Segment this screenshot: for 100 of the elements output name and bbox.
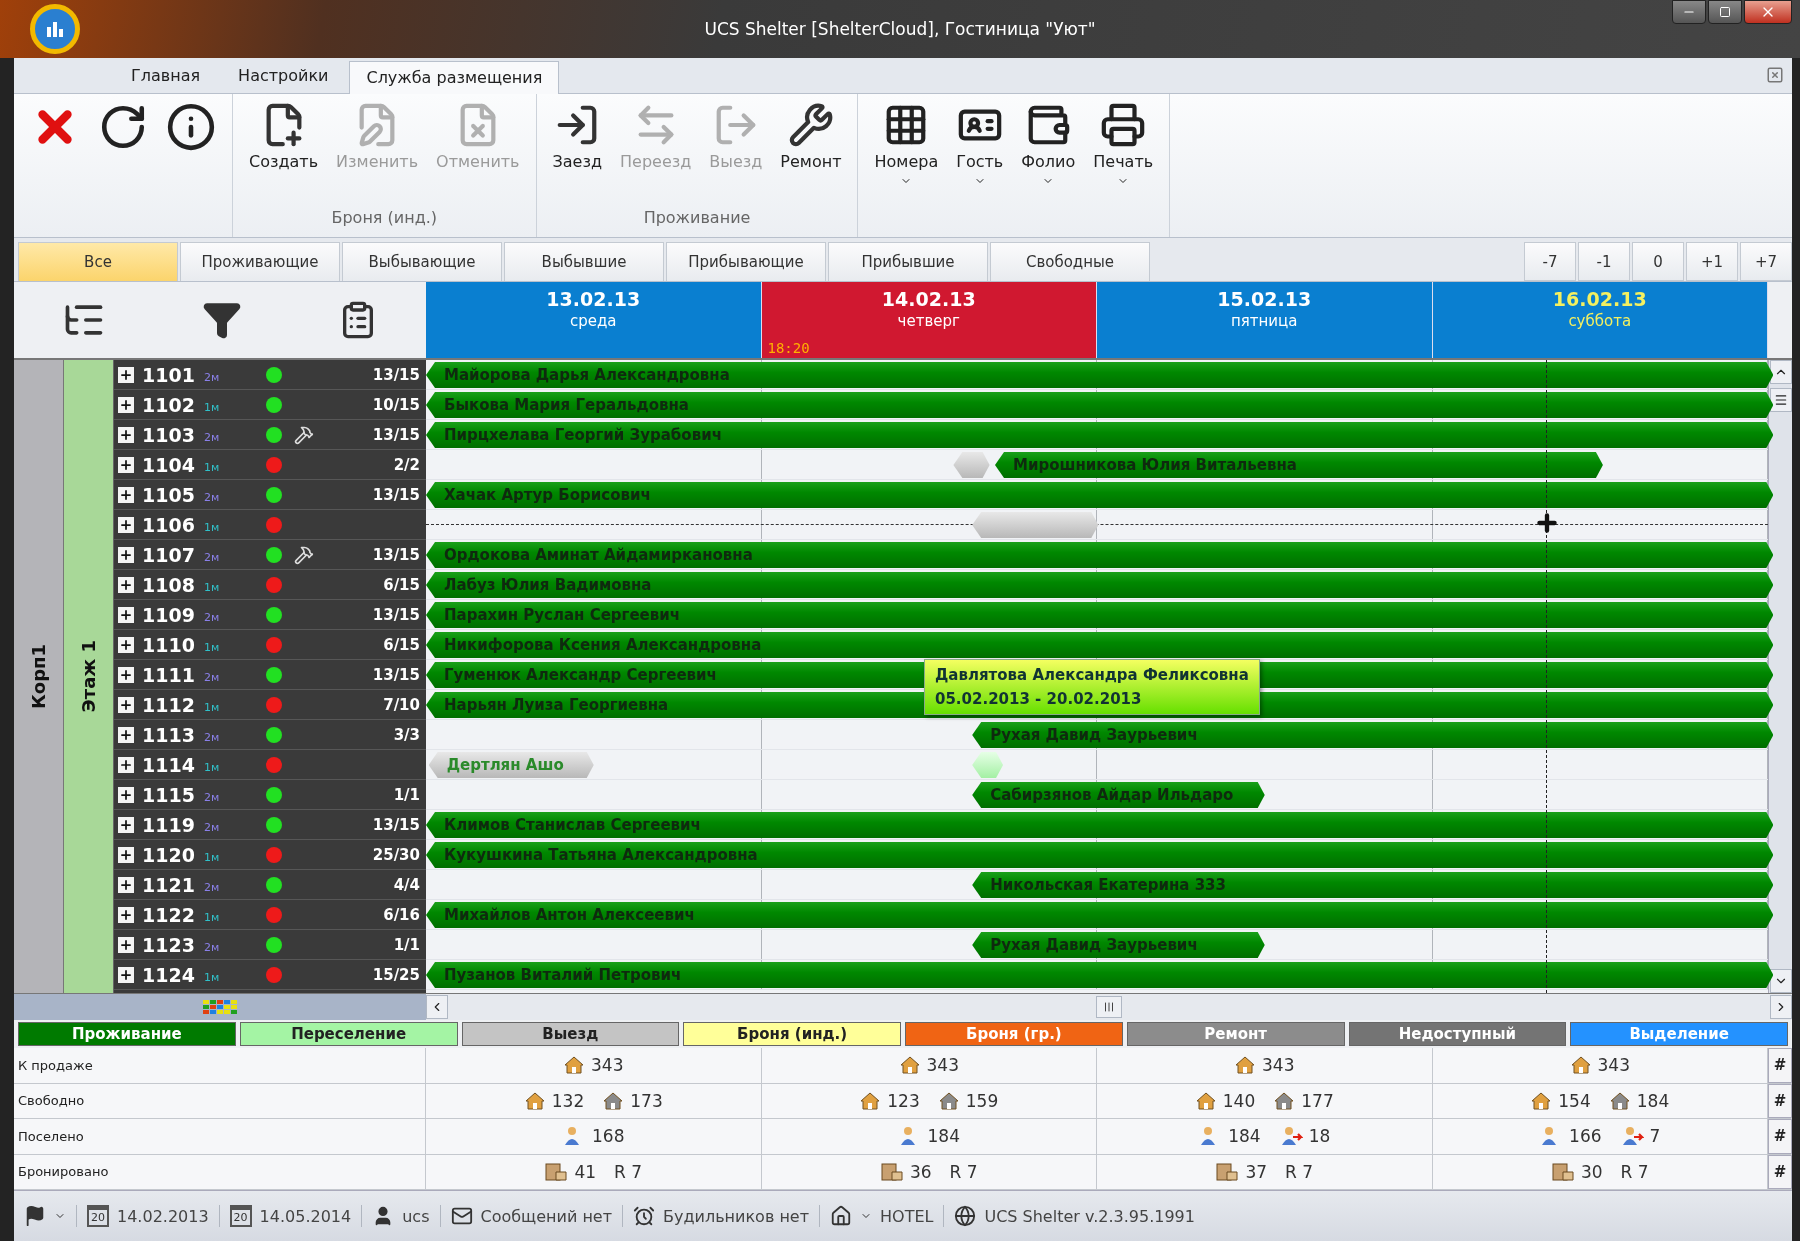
stats-value: 30: [1580, 1161, 1603, 1182]
occupancy: 4/4: [393, 875, 420, 894]
room-type: 2м: [204, 550, 221, 564]
room-type: 2м: [204, 880, 221, 894]
room-type: 2м: [204, 370, 221, 384]
room-number: 1113: [142, 723, 196, 746]
room-number: 1121: [142, 873, 196, 896]
date-to: 14.05.2014: [259, 1206, 352, 1226]
room-type: 1м: [204, 580, 221, 594]
room-type: 2м: [204, 430, 221, 444]
room-number: 1122: [142, 903, 196, 926]
stats-value: 177: [1301, 1090, 1334, 1111]
room-type: 1м: [204, 700, 221, 714]
stats-value: 37: [1245, 1161, 1268, 1182]
stats-value: 184: [1636, 1090, 1670, 1111]
room-number: 1115: [142, 783, 196, 806]
stats-value: 7: [1649, 1126, 1661, 1147]
room-number: 1123: [142, 933, 196, 956]
room-type: 1м: [204, 970, 221, 984]
stats-label: Поселено: [14, 1119, 426, 1154]
stats-value: 184: [927, 1126, 960, 1147]
room-type: 2м: [204, 790, 221, 804]
occupancy: 2/2: [393, 455, 420, 474]
occupancy: 6/15: [383, 635, 420, 654]
stats-label: Бронировано: [14, 1154, 426, 1189]
stats-value: 132: [551, 1090, 585, 1111]
stats-value: R 7: [949, 1161, 978, 1182]
stats-value: 343: [1597, 1055, 1630, 1076]
messages-status: Сообщений нет: [480, 1206, 612, 1226]
stats-value: 18: [1308, 1126, 1331, 1147]
room-number: 1111: [142, 663, 196, 686]
legend-item: Переселение: [239, 1022, 458, 1046]
stats-value: 140: [1222, 1090, 1256, 1111]
building-label: Корп1: [28, 644, 49, 709]
window-title: UCS Shelter [ShelterCloud], Гостиница "Уют": [704, 19, 1096, 39]
legend-item: Ремонт: [1126, 1022, 1345, 1046]
tooltip-dates: 05.02.2013 - 20.02.2013: [935, 690, 1143, 708]
room-type: 2м: [204, 490, 221, 504]
stats-value: R 7: [1285, 1161, 1314, 1182]
floor-label: Этаж 1: [78, 640, 99, 713]
alarms-status: Будильников нет: [663, 1206, 809, 1226]
room-type: 2м: [204, 820, 221, 834]
room-type: 2м: [204, 670, 221, 684]
room-type: 1м: [204, 910, 221, 924]
group-label: Броня (инд.): [330, 208, 439, 229]
occupancy: 13/15: [372, 365, 420, 384]
user-name: ucs: [402, 1206, 430, 1226]
stats-value: 343: [926, 1055, 959, 1076]
day-date: 14.02.13: [881, 288, 976, 310]
day-weekday: пятница: [1231, 312, 1298, 330]
room-number: 1120: [142, 843, 196, 866]
room-type: 1м: [204, 400, 221, 414]
room-type: 1м: [204, 640, 221, 654]
day-weekday: среда: [569, 312, 617, 330]
occupancy: 6/16: [383, 905, 420, 924]
occupancy: 1/1: [393, 935, 420, 954]
room-number: 1104: [142, 453, 196, 476]
room-number: 1101: [142, 363, 196, 386]
occupancy: 3/3: [393, 725, 420, 744]
stats-value: 41: [574, 1161, 597, 1182]
occupancy: 13/15: [372, 605, 420, 624]
occupancy: 10/15: [372, 395, 420, 414]
stats-value: 166: [1569, 1126, 1602, 1147]
date-from: 14.02.2013: [117, 1206, 209, 1226]
stats-value: 173: [630, 1090, 663, 1111]
room-number: 1103: [142, 423, 196, 446]
room-type: 2м: [204, 610, 221, 624]
room-number: 1106: [142, 513, 196, 536]
stats-value: R 7: [614, 1161, 643, 1182]
room-number: 1112: [142, 693, 196, 716]
legend-item: Выезд: [461, 1022, 680, 1046]
occupancy: 25/30: [372, 845, 420, 864]
legend-item: Недоступный: [1348, 1022, 1567, 1046]
room-number: 1107: [142, 543, 196, 566]
stats-value: 123: [887, 1090, 920, 1111]
legend-item: Проживание: [18, 1022, 236, 1046]
room-number: 1110: [142, 633, 196, 656]
room-number: 1105: [142, 483, 196, 506]
stats-value: 343: [591, 1055, 624, 1076]
occupancy: 6/15: [383, 575, 420, 594]
legend-item: Броня (гр.): [905, 1022, 1123, 1046]
group-label: Проживание: [642, 208, 752, 229]
room-type: 1м: [204, 520, 221, 534]
occupancy: 15/25: [372, 965, 420, 984]
occupancy: 13/15: [372, 545, 420, 564]
stats-value: 184: [1228, 1126, 1261, 1147]
room-number: 1102: [142, 393, 196, 416]
stats-value: 343: [1262, 1055, 1295, 1076]
occupancy: 13/15: [372, 665, 420, 684]
current-time: 18:20: [767, 340, 810, 356]
room-number: 1124: [142, 963, 196, 986]
occupancy: 13/15: [372, 425, 420, 444]
room-type: 1м: [204, 760, 221, 774]
room-number: 1108: [142, 573, 196, 596]
stats-value: 154: [1558, 1090, 1591, 1111]
day-date: 15.02.13: [1217, 288, 1312, 310]
legend-item: Выделение: [1570, 1022, 1788, 1046]
occupancy: 7/10: [383, 695, 420, 714]
room-number: 1114: [142, 753, 196, 776]
day-date: 13.02.13: [546, 288, 641, 310]
